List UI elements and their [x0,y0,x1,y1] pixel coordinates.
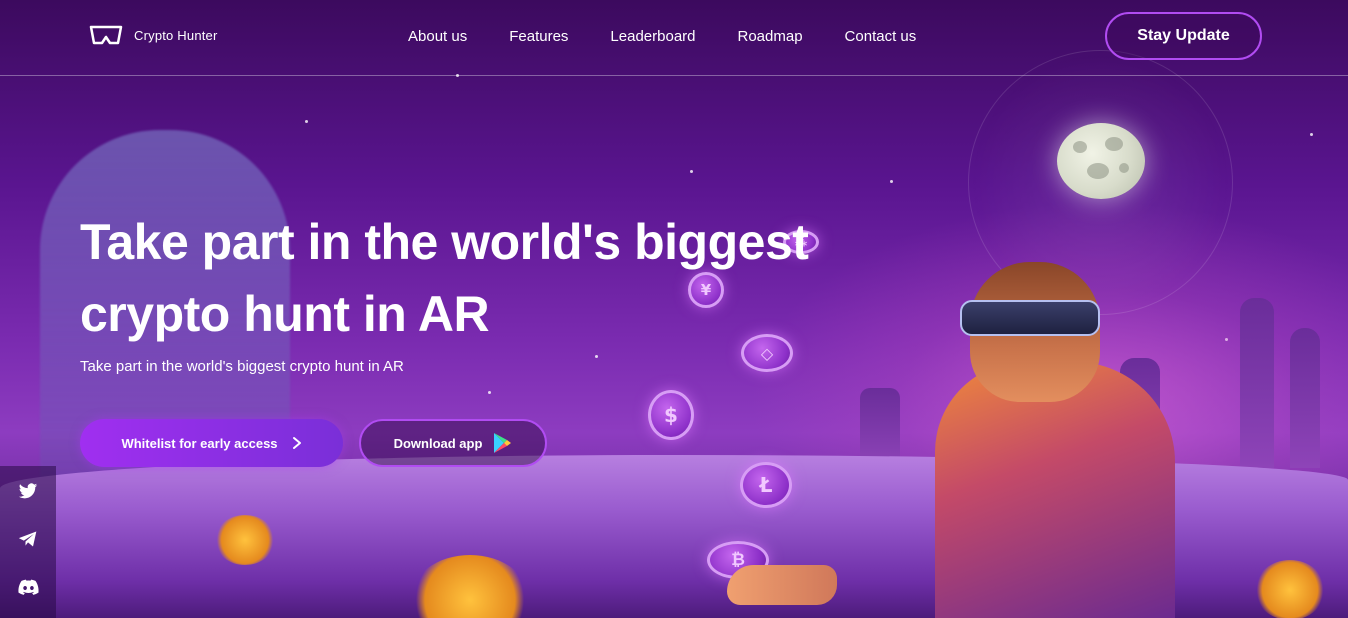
open-hand [727,565,837,605]
stay-update-button[interactable]: Stay Update [1105,12,1262,60]
site-header: Crypto Hunter About us Features Leaderbo… [0,0,1348,76]
whitelist-button-label: Whitelist for early access [121,435,278,451]
download-app-button[interactable]: Download app [359,419,547,467]
litecoin-coin-icon: Ł [740,462,792,508]
brand-name: Crypto Hunter [134,27,218,43]
hero-title-line-1: Take part in the world's biggest [80,214,809,270]
vr-goggles-icon [89,25,123,45]
telegram-icon[interactable] [17,528,39,550]
vr-headset [960,300,1100,336]
star [488,391,491,394]
hero-title-line-2: crypto hunt in AR [80,286,490,342]
download-app-label: Download app [393,435,483,451]
vr-explorer [915,262,1175,618]
chevron-right-icon [292,437,301,449]
nav-about-us[interactable]: About us [408,28,467,45]
google-play-icon [494,433,512,453]
star [1310,133,1313,136]
star [595,355,598,358]
hero-title: Take part in the world's biggest crypto … [80,206,840,350]
hero-subtitle: Take part in the world's biggest crypto … [80,358,404,375]
rock-spire [1290,328,1320,468]
rock-spire [1240,298,1274,468]
nav-roadmap[interactable]: Roadmap [738,28,803,45]
star [690,170,693,173]
logo[interactable]: Crypto Hunter [88,24,218,46]
twitter-icon[interactable] [17,480,39,502]
star [305,120,308,123]
social-links [0,466,56,618]
nav-leaderboard[interactable]: Leaderboard [610,28,695,45]
glowing-plant [215,515,275,565]
glowing-plant [1255,560,1325,618]
nav-contact-us[interactable]: Contact us [845,28,917,45]
nav-features[interactable]: Features [509,28,568,45]
dollar-coin-icon: $ [648,390,694,440]
star [890,180,893,183]
moon [1057,123,1145,199]
whitelist-button[interactable]: Whitelist for early access [80,419,343,467]
discord-icon[interactable] [17,576,39,598]
main-nav: About us Features Leaderboard Roadmap Co… [408,28,916,45]
